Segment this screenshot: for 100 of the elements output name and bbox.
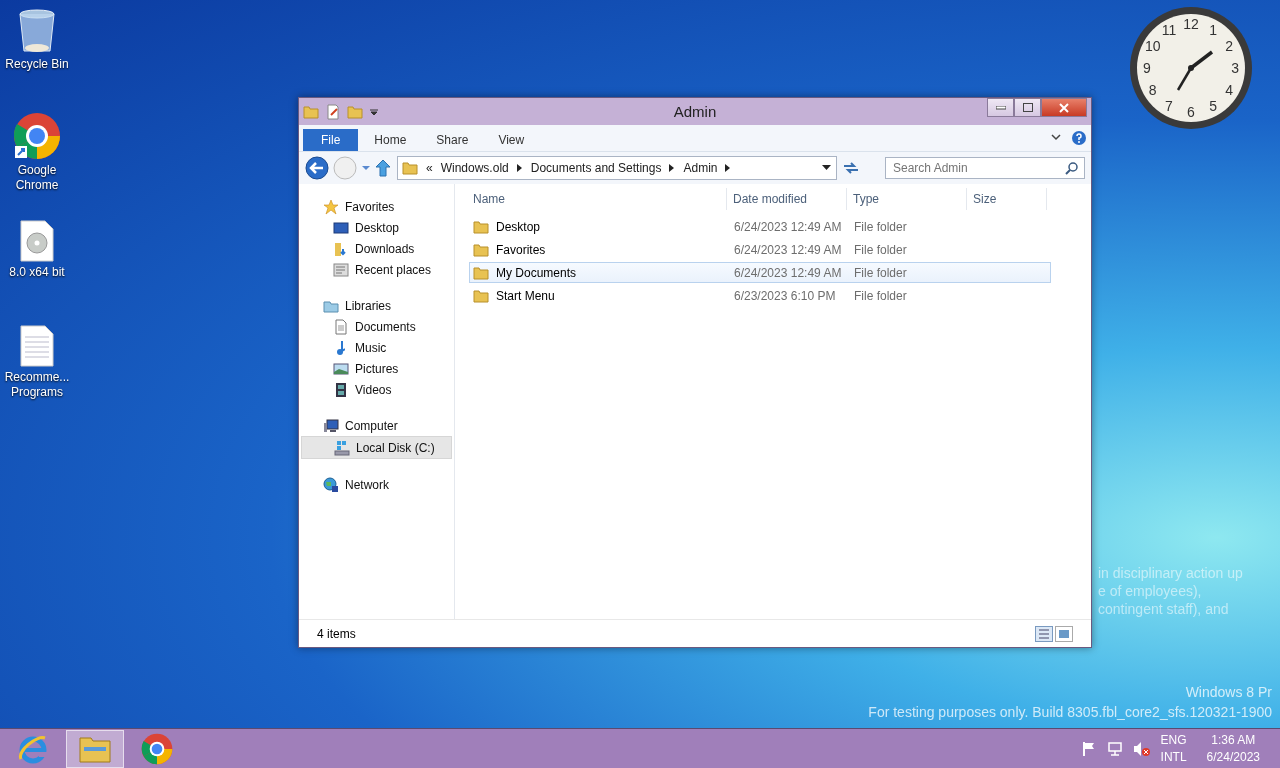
column-header[interactable]: Date modified xyxy=(727,188,847,210)
type-cell-text: File folder xyxy=(853,219,908,234)
date-modified-cell-text: 6/24/2023 12:49 AM xyxy=(733,219,843,234)
clock-numeral: 12 xyxy=(1183,15,1199,32)
up-arrow-icon[interactable] xyxy=(375,159,391,177)
minimize-icon xyxy=(995,105,1006,110)
maximize-button[interactable] xyxy=(1014,98,1041,117)
folder-icon xyxy=(473,264,489,281)
computer-icon xyxy=(323,417,339,434)
faded-text: contingent staff), and xyxy=(1098,601,1230,617)
clock-numeral: 8 xyxy=(1148,82,1157,99)
clock-numeral: 6 xyxy=(1187,104,1195,121)
nav-item[interactable]: Documents xyxy=(301,316,452,337)
clock-hands xyxy=(1176,50,1214,91)
file-name: Desktop xyxy=(496,219,541,234)
desktop-icon-label[interactable]: Recycle Bin xyxy=(0,57,74,72)
nav-item[interactable]: Recent places xyxy=(301,259,452,280)
nav-item[interactable]: Libraries xyxy=(301,295,452,316)
nav-item[interactable]: Desktop xyxy=(301,217,452,238)
chevron-right-icon[interactable] xyxy=(516,164,523,172)
chevron-right-icon[interactable] xyxy=(669,164,676,172)
trash-bin-icon xyxy=(17,8,57,54)
folder-icon xyxy=(473,287,489,304)
folder-icon xyxy=(402,160,418,176)
breadcrumb-overflow[interactable]: « xyxy=(426,161,433,175)
globe-icon xyxy=(323,476,339,493)
file-row[interactable]: Desktop 6/24/2023 12:49 AM File folder xyxy=(469,216,1051,237)
dropdown-icon[interactable] xyxy=(369,106,379,117)
nav-item[interactable]: Videos xyxy=(301,379,452,400)
date-modified-cell-text: 6/24/2023 12:49 AM xyxy=(733,265,843,280)
download-folder-icon xyxy=(333,240,349,257)
search-icon[interactable] xyxy=(1065,161,1079,175)
column-header[interactable]: Name xyxy=(467,188,727,210)
date-modified-cell-text: 6/23/2023 6:10 PM xyxy=(733,288,837,303)
maximize-icon xyxy=(1022,103,1033,112)
clock-numeral: 5 xyxy=(1209,98,1217,115)
file-row[interactable]: My Documents 6/24/2023 12:49 AM File folder xyxy=(469,262,1051,283)
taskbar-app-button[interactable] xyxy=(66,729,124,768)
help-icon[interactable] xyxy=(1071,130,1087,146)
window-title: Admin xyxy=(673,103,717,120)
dropdown-caret-icon[interactable] xyxy=(822,165,832,171)
faded-text: e of employees), xyxy=(1098,583,1203,599)
folder-icon xyxy=(473,241,489,258)
new-folder-icon xyxy=(347,103,363,120)
document-icon xyxy=(333,318,349,335)
faded-text: in disciplinary action up xyxy=(1098,565,1243,581)
text-file-icon xyxy=(20,325,54,367)
breadcrumb-item[interactable]: Windows.old xyxy=(440,161,509,175)
file-row[interactable]: Favorites 6/24/2023 12:49 AM File folder xyxy=(469,239,1051,260)
chevron-down-icon[interactable] xyxy=(1051,134,1061,142)
build-watermark-text: For testing purposes only. Build 8305.fbl_core2_sfs.120321-1900 xyxy=(868,704,1272,720)
close-icon xyxy=(1059,102,1069,113)
nav-item[interactable]: Computer xyxy=(301,415,452,436)
properties-icon[interactable] xyxy=(325,103,341,120)
speaker-muted-icon[interactable] xyxy=(1132,740,1151,757)
column-header[interactable]: Size xyxy=(967,188,1047,210)
music-note-icon xyxy=(337,340,345,355)
nav-item[interactable]: Local Disk (C:) xyxy=(301,436,452,459)
ribbon-tab[interactable]: View xyxy=(484,129,539,151)
disc-file-icon xyxy=(20,220,54,262)
type-cell-text: File folder xyxy=(853,265,908,280)
clock-numeral: 2 xyxy=(1225,37,1234,54)
chevron-right-icon[interactable] xyxy=(725,164,732,172)
desktop-icon-label[interactable]: Recomme... Programs xyxy=(0,370,74,400)
type-cell-text: File folder xyxy=(853,288,908,303)
breadcrumb-item[interactable]: Documents and Settings xyxy=(530,161,662,175)
column-header[interactable]: Type xyxy=(847,188,967,210)
desktop-icon-label[interactable]: Google Chrome xyxy=(0,163,74,193)
file-menu-button[interactable]: File xyxy=(303,129,359,151)
folder-icon xyxy=(79,734,111,763)
details-view-icon[interactable] xyxy=(1035,625,1053,642)
network-icon[interactable] xyxy=(1106,740,1123,757)
search-field[interactable]: Search Admin xyxy=(885,157,1085,179)
desktop-icon-label[interactable]: 8.0 x64 bit xyxy=(0,265,74,280)
file-name: Start Menu xyxy=(496,288,555,303)
large-icons-view-icon[interactable] xyxy=(1055,625,1073,642)
nav-item[interactable]: Network xyxy=(301,474,452,495)
star-icon xyxy=(323,198,339,215)
close-button[interactable] xyxy=(1041,98,1087,117)
file-name: My Documents xyxy=(496,265,577,280)
folder-icon xyxy=(303,103,319,120)
nav-item[interactable]: Favorites xyxy=(301,196,452,217)
clock-numeral: 4 xyxy=(1225,82,1234,99)
ribbon-tab[interactable]: Home xyxy=(360,129,421,151)
recent-places-icon xyxy=(333,261,349,278)
chrome-icon xyxy=(13,112,61,160)
drive-icon xyxy=(334,439,350,456)
nav-item[interactable]: Music xyxy=(301,337,452,358)
file-row[interactable]: Start Menu 6/23/2023 6:10 PM File folder xyxy=(469,285,1051,306)
flag-icon[interactable] xyxy=(1080,740,1097,757)
picture-icon xyxy=(333,360,349,377)
address-bar[interactable]: « Windows.old Documents and Settings Admin xyxy=(397,156,837,180)
breadcrumb-item[interactable]: Admin xyxy=(683,161,718,175)
item-count: 4 items xyxy=(317,626,356,641)
clock-numeral: 1 xyxy=(1209,21,1217,38)
nav-item[interactable]: Downloads xyxy=(301,238,452,259)
nav-item[interactable]: Pictures xyxy=(301,358,452,379)
back-button[interactable] xyxy=(305,156,329,180)
ribbon-tab[interactable]: Share xyxy=(422,129,483,151)
film-icon xyxy=(333,381,349,398)
